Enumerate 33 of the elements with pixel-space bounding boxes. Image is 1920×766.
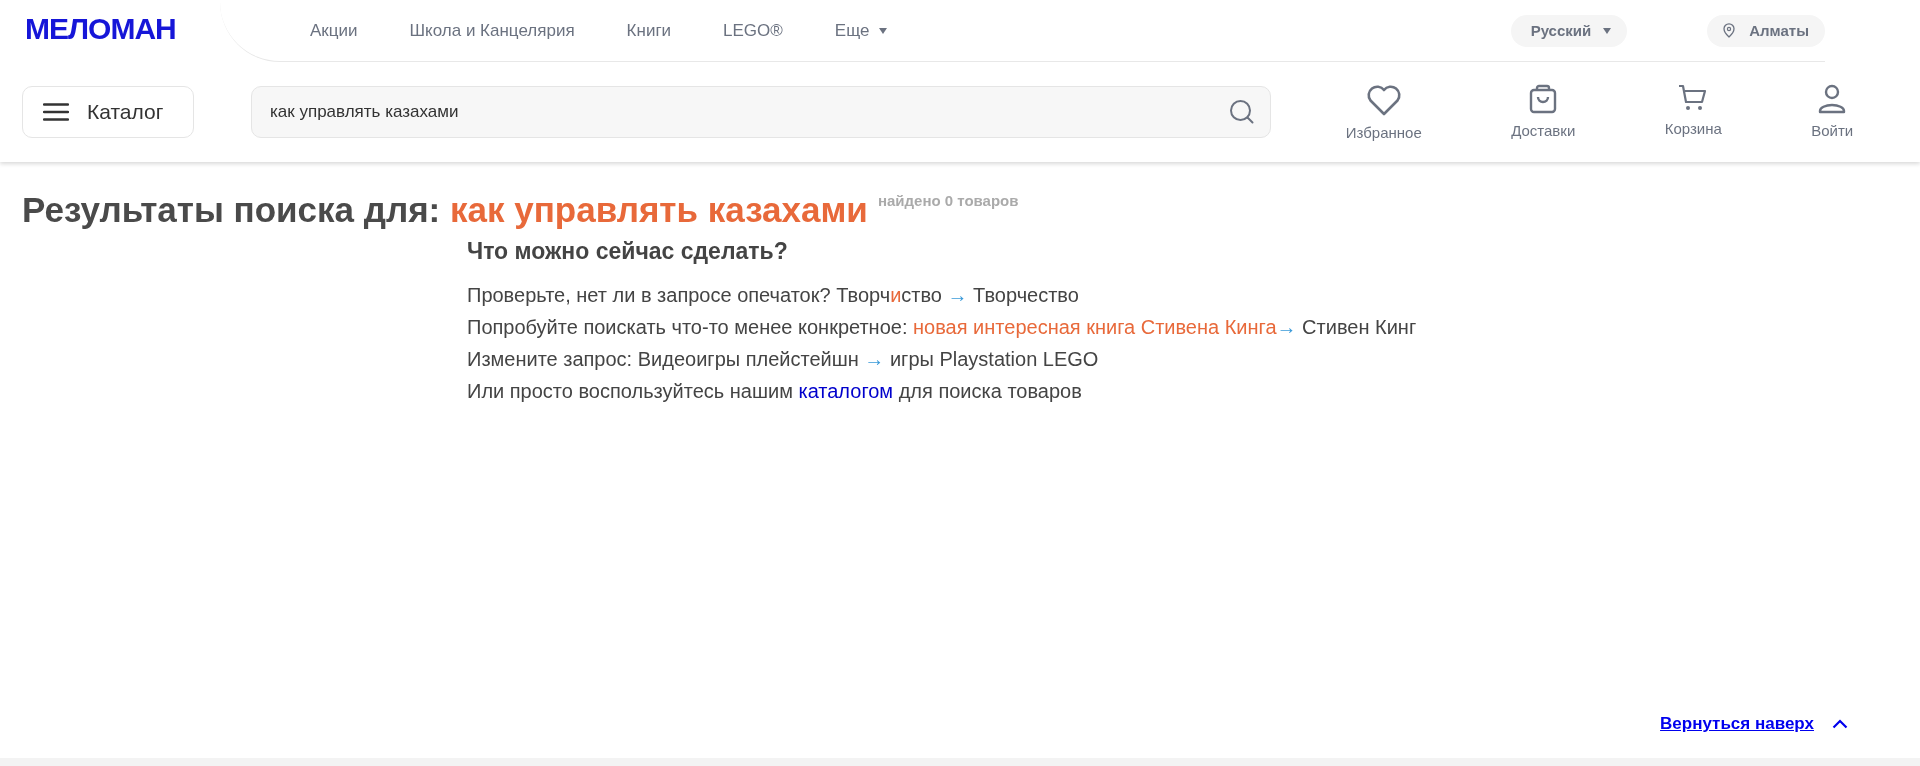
nav-link[interactable]: Акции (310, 20, 358, 41)
search-field[interactable]: как управлять казахами (251, 86, 1271, 138)
header-action-link[interactable]: Корзина (1664, 83, 1722, 141)
header-action-link[interactable]: Доставки (1511, 83, 1576, 141)
suggestion-text: Проверьте, нет ли в запросе опечаток? Творчиство → Творчество (467, 283, 1080, 308)
header-action-link[interactable]: Войти (1811, 83, 1854, 141)
suggestion-text: Попробуйте поискать что-то менее конкретное: новая интересная книга Стивена Кинга→ Стивен Кинг (467, 315, 1418, 340)
catalog-link[interactable]: каталогом (798, 380, 894, 402)
back-to-top-link[interactable]: Вернуться наверх (1660, 714, 1814, 734)
heart-icon (1365, 83, 1402, 116)
chevron-up-icon[interactable] (1832, 719, 1848, 729)
header-action-link[interactable]: Избранное (1345, 83, 1422, 141)
suggestion-text: Измените запрос: Видеоигры плейстейшн → игры Playstation LEGO (467, 347, 1100, 372)
results-title: Результаты поиска для: как управлять казахами (22, 190, 868, 230)
language-selector[interactable]: Русский (1510, 14, 1628, 47)
catalog-button[interactable]: Каталог (22, 86, 194, 138)
search-icon[interactable] (1229, 99, 1255, 125)
nav-link[interactable]: Еще (834, 20, 888, 41)
nav-link[interactable]: Школа и Канцелярия (409, 20, 575, 41)
location-pin-icon (1723, 23, 1736, 38)
logo[interactable]: МЕЛОМАН (0, 0, 220, 50)
results-count: найдено 0 товаров (877, 192, 1019, 209)
suggestion-text: Или просто воспользуйтесь нашим каталогом для поиска товаров (467, 379, 1083, 404)
cart-icon (1678, 83, 1709, 112)
help-title: Что можно сейчас сделать? (467, 238, 789, 265)
shopping-bag-icon (1529, 83, 1558, 114)
city-selector[interactable]: Алматы (1707, 14, 1825, 47)
caret-icon (1603, 27, 1612, 34)
menu-icon (43, 103, 69, 121)
user-icon (1818, 83, 1847, 114)
nav-link[interactable]: LEGO® (723, 20, 783, 41)
caret-icon (879, 27, 888, 34)
nav-link[interactable]: Книги (626, 20, 672, 41)
